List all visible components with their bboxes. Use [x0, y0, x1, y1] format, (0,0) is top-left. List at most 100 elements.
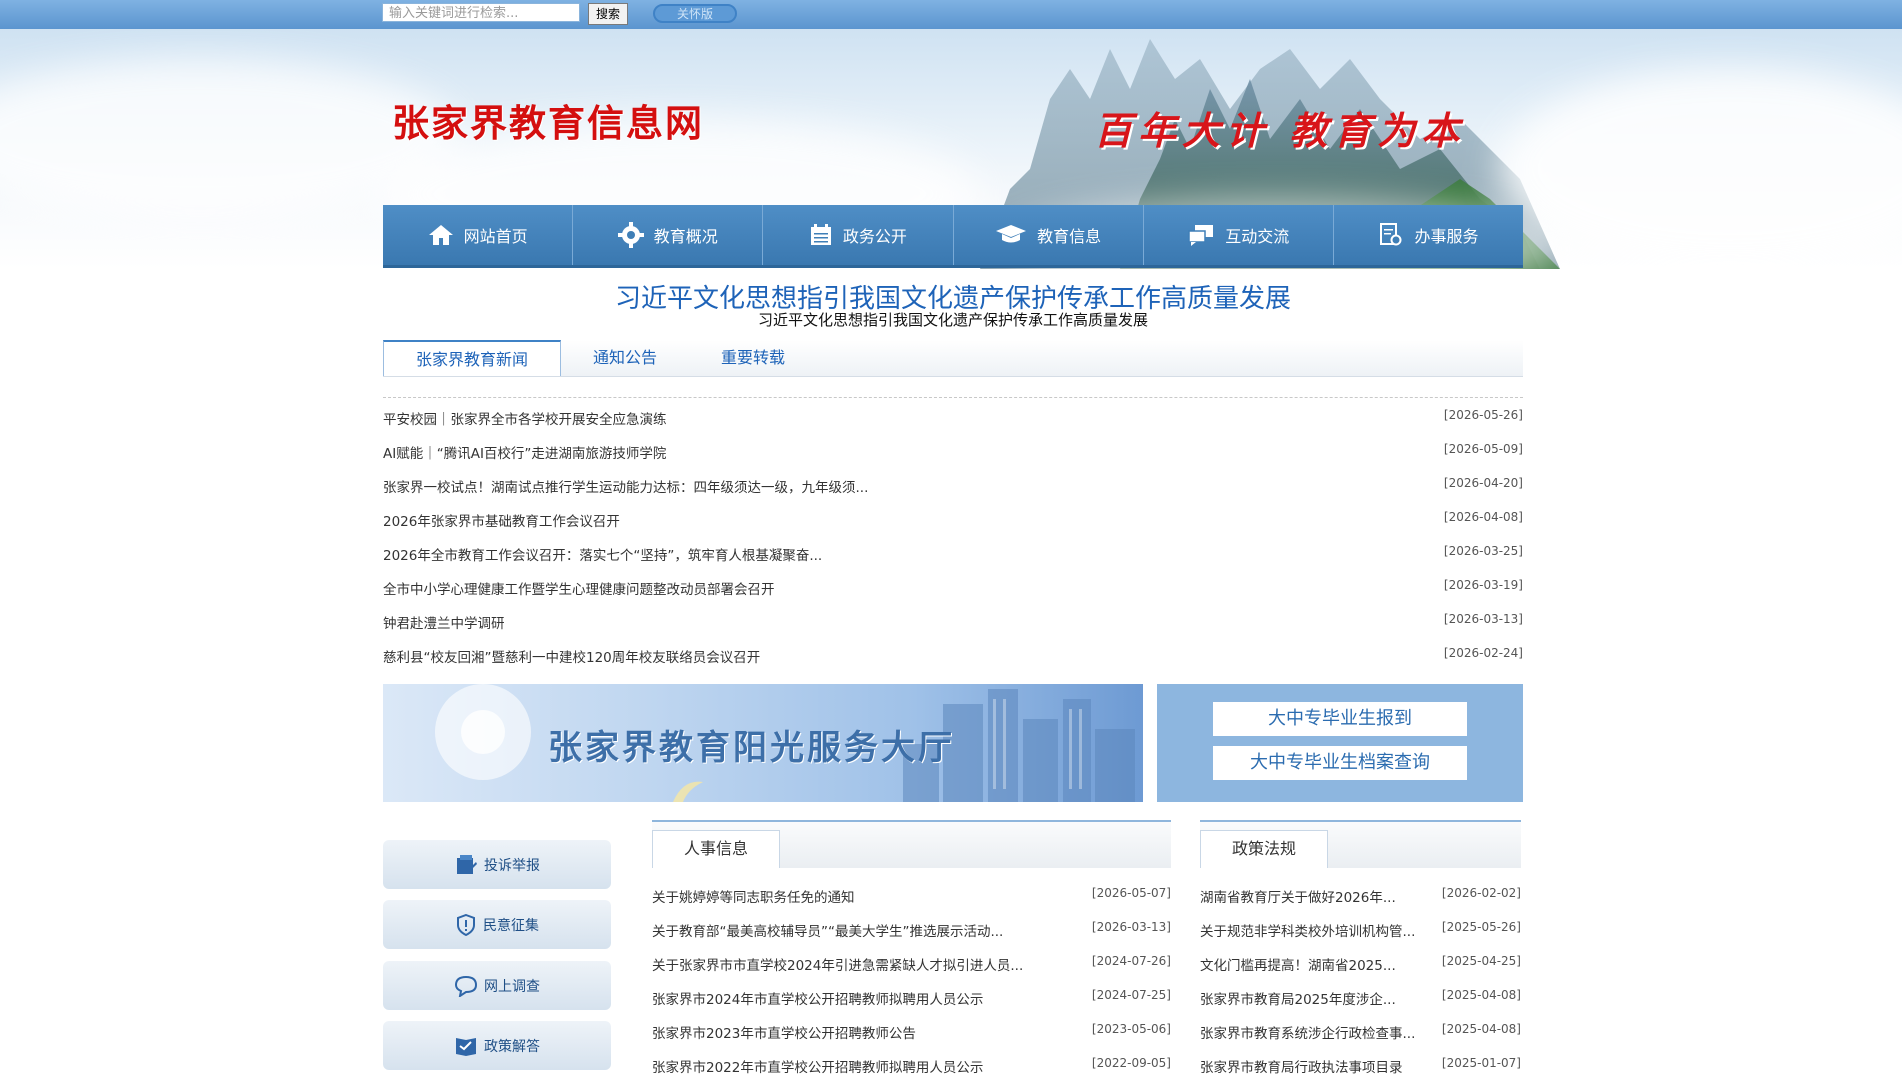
personnel-item[interactable]: 张家界市2022年市直学校公开招聘教师拟聘用人员公示 [2022-09-05] [652, 1056, 1171, 1076]
news-item[interactable]: 平安校园｜张家界全市各学校开展安全应急演练 [2026-05-26] [383, 408, 1523, 428]
policy-title[interactable]: 张家界市教育系统涉企行政检查事... [1200, 1022, 1415, 1042]
public-opinion-button[interactable]: 民意征集 [383, 900, 611, 949]
personnel-item[interactable]: 关于教育部“最美高校辅导员”“最美大学生”推选展示活动... [2026-03-1… [652, 920, 1171, 940]
policy-title[interactable]: 张家界市教育局2025年度涉企... [1200, 988, 1396, 1008]
nav-education-info[interactable]: 教育信息 [954, 205, 1144, 265]
news-date: [2026-03-25] [1443, 544, 1523, 558]
graduate-report-button[interactable]: 大中专毕业生报到 [1213, 702, 1467, 736]
site-title: 张家界教育信息网 [392, 101, 704, 145]
news-title[interactable]: 张家界一校试点！湖南试点推行学生运动能力达标：四年级须达一级，九年级须... [383, 476, 868, 496]
policy-date: [2025-04-08] [1441, 988, 1521, 1002]
personnel-date: [2023-05-06] [1091, 1022, 1171, 1036]
tab-zjj-news[interactable]: 张家界教育新闻 [383, 340, 561, 376]
news-date: [2026-04-08] [1443, 510, 1523, 524]
service-banner-title: 张家界教育阳光服务大厅 [548, 728, 955, 768]
news-date: [2026-02-24] [1443, 646, 1523, 660]
sunshine-service-banner[interactable]: 张家界教育阳光服务大厅 [383, 684, 1143, 802]
shield-icon [457, 913, 475, 936]
personnel-item[interactable]: 关于张家界市市直学校2024年引进急需紧缺人才拟引进人员... [2024-07-… [652, 954, 1171, 974]
news-item[interactable]: 慈利县“校友回湘”暨慈利一中建校120周年校友联络员会议召开 [2026-02-2… [383, 646, 1523, 666]
personnel-section-header: 人事信息 [652, 820, 1171, 868]
policy-item[interactable]: 张家界市教育系统涉企行政检查事... [2025-04-08] [1200, 1022, 1521, 1042]
complaint-report-button[interactable]: 投诉举报 [383, 840, 611, 889]
graduate-archive-button[interactable]: 大中专毕业生档案查询 [1213, 746, 1467, 780]
news-title[interactable]: 2026年张家界市基础教育工作会议召开 [383, 510, 620, 530]
home-icon [428, 225, 453, 245]
policy-title[interactable]: 关于规范非学科类校外培训机构管... [1200, 920, 1415, 940]
online-survey-button[interactable]: 网上调查 [383, 961, 611, 1010]
policy-item[interactable]: 张家界市教育局行政执法事项目录 [2025-01-07] [1200, 1056, 1521, 1076]
personnel-title[interactable]: 张家界市2024年市直学校公开招聘教师拟聘用人员公示 [652, 988, 983, 1008]
report-icon [457, 854, 477, 874]
news-tabbar: 张家界教育新闻 通知公告 重要转载 [383, 340, 1523, 377]
personnel-date: [2022-09-05] [1091, 1056, 1171, 1070]
news-item[interactable]: 钟君赴澧兰中学调研 [2026-03-13] [383, 612, 1523, 632]
policy-item[interactable]: 文化门槛再提高！湖南省2025... [2025-04-25] [1200, 954, 1521, 974]
news-date: [2026-05-09] [1443, 442, 1523, 456]
nav-government-affairs[interactable]: 政务公开 [763, 205, 954, 265]
news-title[interactable]: 平安校园｜张家界全市各学校开展安全应急演练 [383, 408, 667, 428]
policy-tab[interactable]: 政策法规 [1200, 830, 1328, 868]
news-date: [2026-03-19] [1443, 578, 1523, 592]
policy-title[interactable]: 湖南省教育厅关于做好2026年... [1200, 886, 1396, 906]
personnel-title[interactable]: 关于张家界市市直学校2024年引进急需紧缺人才拟引进人员... [652, 954, 1023, 974]
graduation-cap-icon [996, 225, 1027, 243]
policy-title[interactable]: 张家界市教育局行政执法事项目录 [1200, 1056, 1403, 1076]
nav-item-label: 教育信息 [1037, 227, 1102, 246]
nav-home[interactable]: 网站首页 [383, 205, 574, 265]
news-item[interactable]: 2026年全市教育工作会议召开：落实七个“坚持”，筑牢育人根基凝聚奋... [20… [383, 544, 1523, 564]
search-button[interactable]: 搜索 [588, 3, 628, 25]
policy-section-header: 政策法规 [1200, 820, 1521, 868]
news-date: [2026-05-26] [1443, 408, 1523, 422]
side-button-label: 政策解答 [484, 1038, 540, 1055]
news-title[interactable]: 慈利县“校友回湘”暨慈利一中建校120周年校友联络员会议召开 [383, 646, 760, 666]
slogan: 百年大计 教育为本 [1094, 108, 1466, 153]
nav-services[interactable]: 办事服务 [1334, 205, 1523, 265]
news-title[interactable]: AI赋能｜“腾讯AI百校行”走进湖南旅游技师学院 [383, 442, 666, 462]
document-search-icon [1380, 223, 1402, 246]
news-date: [2026-03-13] [1443, 612, 1523, 626]
news-title[interactable]: 2026年全市教育工作会议召开：落实七个“坚持”，筑牢育人根基凝聚奋... [383, 544, 822, 564]
tab-notices[interactable]: 通知公告 [561, 340, 689, 376]
news-item[interactable]: 全市中小学心理健康工作暨学生心理健康问题整改动员部署会召开 [2026-03-19… [383, 578, 1523, 598]
policy-date: [2025-04-08] [1441, 1022, 1521, 1036]
side-button-label: 投诉举报 [484, 857, 540, 874]
policy-date: [2025-01-07] [1441, 1056, 1521, 1070]
search-input[interactable]: 输入关键词进行检索... [382, 3, 580, 22]
graduate-service-box: 大中专毕业生报到 大中专毕业生档案查询 [1157, 684, 1523, 802]
top-bar [0, 0, 1902, 29]
news-item[interactable]: 张家界一校试点！湖南试点推行学生运动能力达标：四年级须达一级，九年级须... [2… [383, 476, 1523, 496]
care-mode-button[interactable]: 关怀版 [653, 4, 737, 23]
news-item[interactable]: AI赋能｜“腾讯AI百校行”走进湖南旅游技师学院 [2026-05-09] [383, 442, 1523, 462]
personnel-item[interactable]: 张家界市2023年市直学校公开招聘教师公告 [2023-05-06] [652, 1022, 1171, 1042]
main-nav: 网站首页 教育概况 政务公开 教育信息 互动交流 办事服务 [383, 205, 1523, 268]
chat-bubble-icon [454, 975, 478, 997]
personnel-title[interactable]: 关于教育部“最美高校辅导员”“最美大学生”推选展示活动... [652, 920, 1003, 940]
policy-title[interactable]: 文化门槛再提高！湖南省2025... [1200, 954, 1396, 974]
personnel-item[interactable]: 关于姚婷婷等同志职务任免的通知 [2026-05-07] [652, 886, 1171, 906]
policy-answer-button[interactable]: 政策解答 [383, 1021, 611, 1070]
news-date: [2026-04-20] [1443, 476, 1523, 490]
policy-item[interactable]: 湖南省教育厅关于做好2026年... [2026-02-02] [1200, 886, 1521, 906]
personnel-title[interactable]: 张家界市2022年市直学校公开招聘教师拟聘用人员公示 [652, 1056, 983, 1076]
personnel-tab[interactable]: 人事信息 [652, 830, 780, 868]
nav-item-label: 互动交流 [1225, 227, 1290, 246]
personnel-date: [2026-05-07] [1091, 886, 1171, 900]
personnel-title[interactable]: 张家界市2023年市直学校公开招聘教师公告 [652, 1022, 916, 1042]
nav-item-label: 网站首页 [463, 227, 528, 246]
nav-overview[interactable]: 教育概况 [573, 205, 764, 265]
personnel-title[interactable]: 关于姚婷婷等同志职务任免的通知 [652, 886, 855, 906]
news-title[interactable]: 钟君赴澧兰中学调研 [383, 612, 505, 632]
policy-date: [2025-05-26] [1441, 920, 1521, 934]
personnel-item[interactable]: 张家界市2024年市直学校公开招聘教师拟聘用人员公示 [2024-07-25] [652, 988, 1171, 1008]
policy-item[interactable]: 关于规范非学科类校外培训机构管... [2025-05-26] [1200, 920, 1521, 940]
calendar-icon [810, 224, 831, 245]
policy-date: [2026-02-02] [1441, 886, 1521, 900]
headline-subtitle: 习近平文化思想指引我国文化遗产保护传承工作高质量发展 [757, 311, 1148, 329]
nav-interaction[interactable]: 互动交流 [1144, 205, 1334, 265]
news-item[interactable]: 2026年张家界市基础教育工作会议召开 [2026-04-08] [383, 510, 1523, 530]
tab-reprints[interactable]: 重要转载 [689, 340, 817, 376]
policy-item[interactable]: 张家界市教育局2025年度涉企... [2025-04-08] [1200, 988, 1521, 1008]
news-title[interactable]: 全市中小学心理健康工作暨学生心理健康问题整改动员部署会召开 [383, 578, 775, 598]
side-button-label: 网上调查 [484, 978, 540, 995]
